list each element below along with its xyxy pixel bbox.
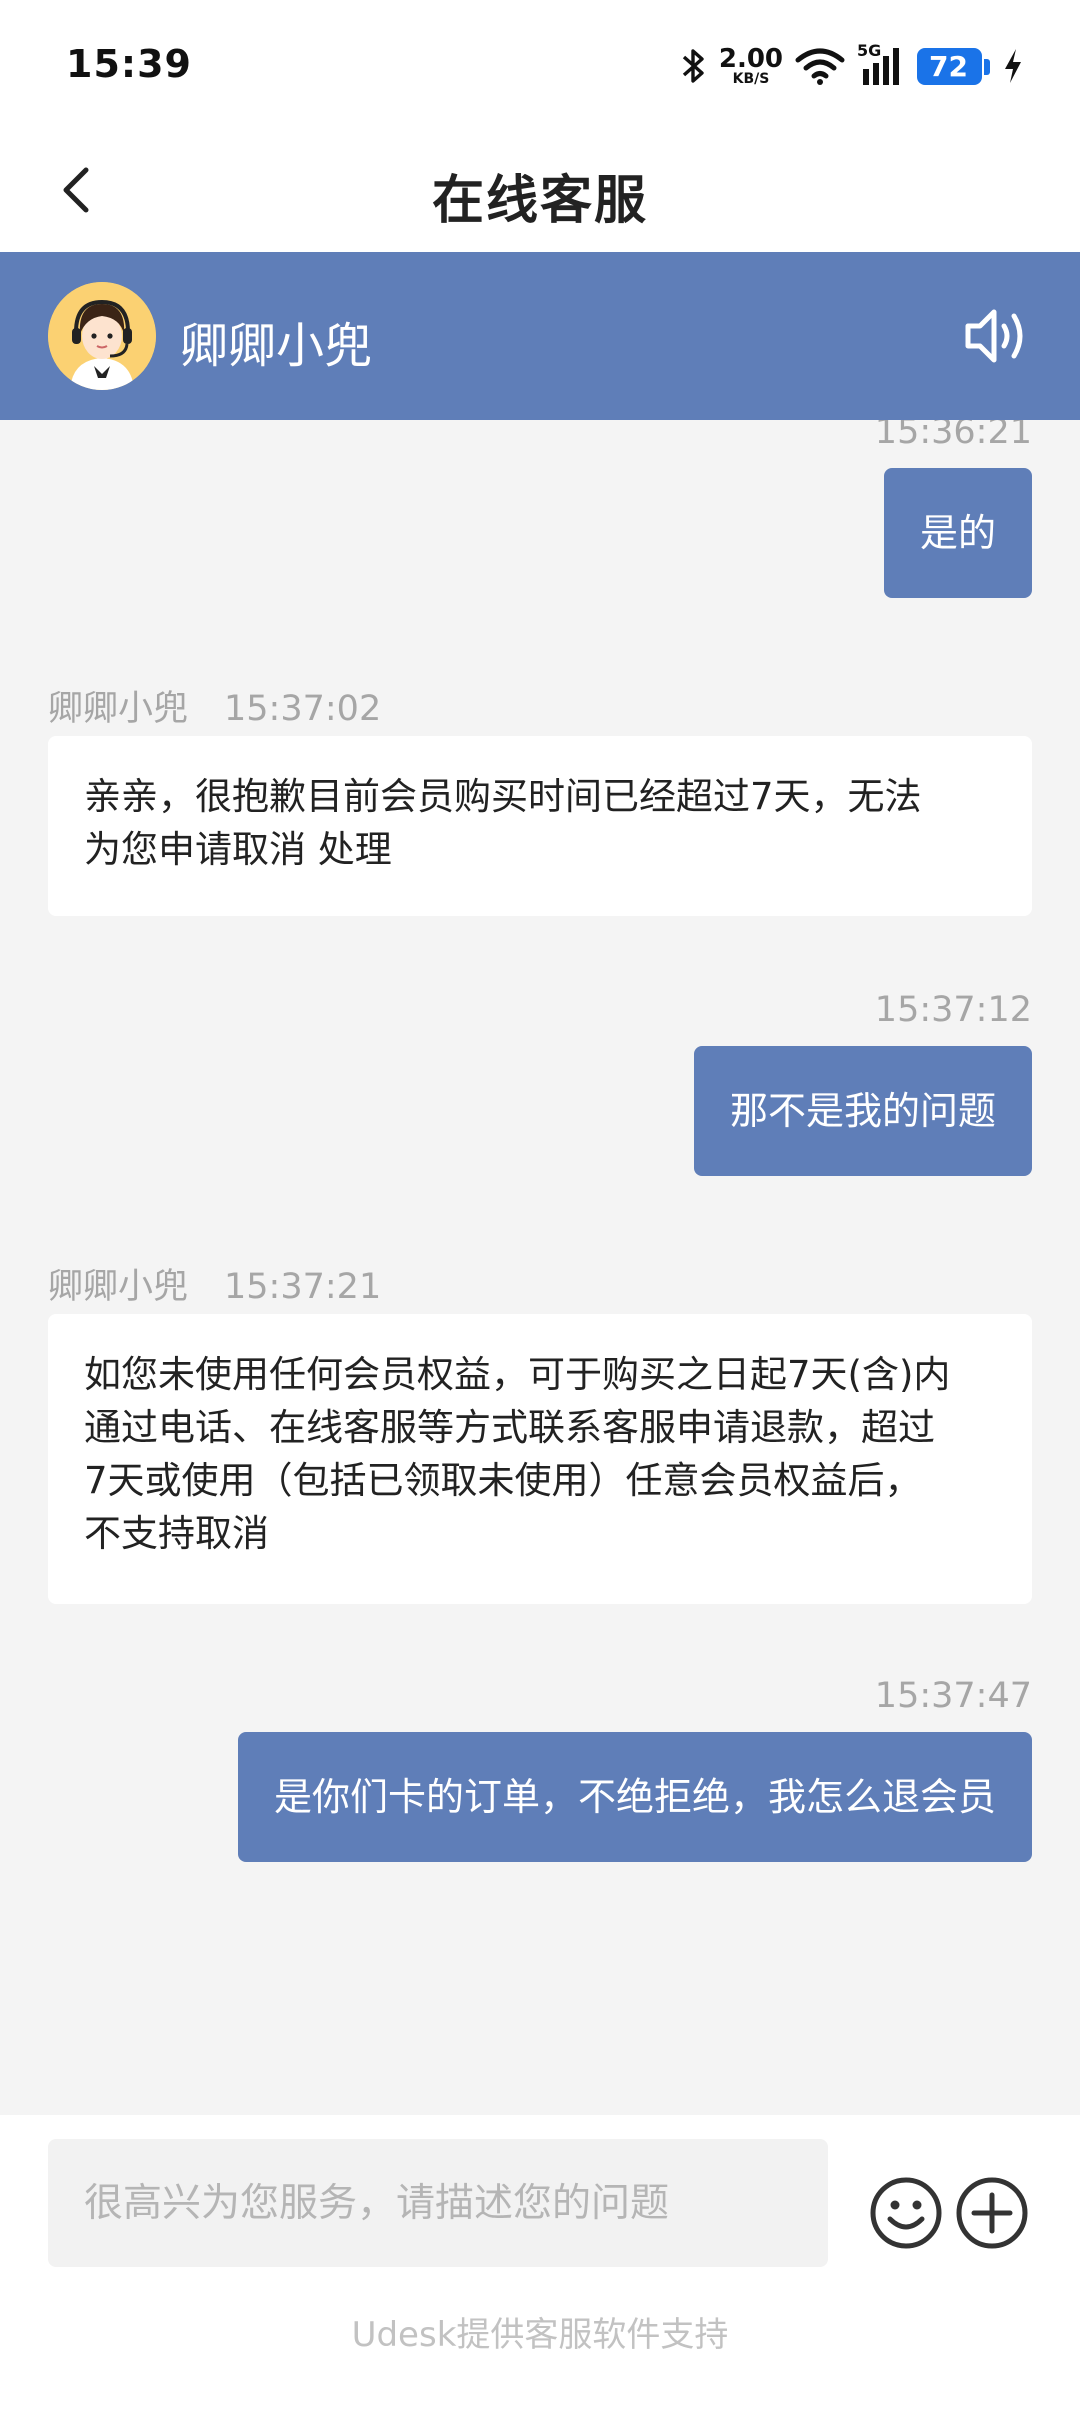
agent-message-meta: 卿卿小兜 15:37:21	[48, 1258, 381, 1309]
message-timestamp: 15:37:47	[874, 1676, 1032, 1716]
charging-icon	[1005, 49, 1021, 83]
powered-by-text: Udesk提供客服软件支持	[351, 2315, 729, 2355]
user-message-bubble[interactable]: 是你们卡的订单，不绝拒绝，我怎么退会员	[237, 1732, 1032, 1862]
agent-message-bubble[interactable]: 亲亲，很抱歉目前会员购买时间已经超过7天，无法 为您申请取消 处理	[48, 736, 1032, 916]
battery-indicator: 72	[917, 47, 990, 85]
agent-bar: 卿卿小兜	[0, 252, 1080, 420]
agent-message-meta: 卿卿小兜 15:37:02	[48, 680, 381, 731]
bluetooth-icon	[682, 49, 704, 83]
agent-name: 卿卿小兜	[180, 318, 373, 374]
message-sender: 卿卿小兜	[48, 1267, 189, 1307]
page-title: 在线客服	[431, 171, 648, 231]
message-sender: 卿卿小兜	[48, 689, 189, 729]
message-input[interactable]	[48, 2139, 828, 2267]
title-bar: 在线客服	[0, 130, 1080, 252]
message-timestamp: 15:37:21	[224, 1267, 382, 1307]
signal-bars-icon	[863, 48, 900, 85]
message-line: 7天或使用（包括已领取未使用）任意会员权益后，	[84, 1459, 922, 1502]
message-line: 亲亲，很抱歉目前会员购买时间已经超过7天，无法	[84, 775, 922, 818]
composer-bar: Udesk提供客服软件支持	[0, 2115, 1080, 2412]
message-timestamp: 15:37:12	[874, 990, 1032, 1030]
message-line: 为您申请取消 处理	[84, 828, 392, 871]
cellular-signal: 5G	[857, 41, 905, 87]
network-speed-unit: KB/S	[732, 71, 770, 87]
network-speed-value: 2.00	[718, 44, 784, 74]
network-speed: 2.00 KB/S	[719, 46, 783, 86]
plus-circle-icon[interactable]	[954, 2175, 1030, 2251]
user-message-bubble[interactable]: 是的	[883, 468, 1032, 598]
status-icons: 2.00 KB/S 5G 72	[681, 40, 1024, 92]
message-timestamp: 15:36:21	[874, 420, 1032, 452]
agent-avatar-icon	[48, 282, 156, 390]
message-input-container	[48, 2139, 828, 2267]
message-timestamp: 15:37:02	[224, 689, 382, 729]
chat-messages[interactable]: 15:36:21 是的 卿卿小兜 15:37:02 亲亲，很抱歉目前会员购买时间已…	[0, 420, 1080, 2115]
wifi-icon	[795, 48, 845, 85]
emoji-icon[interactable]	[868, 2175, 944, 2251]
speaker-icon[interactable]	[962, 304, 1032, 368]
status-bar: 15:39 2.00 KB/S 5G 72	[0, 0, 1080, 130]
user-message-bubble[interactable]: 那不是我的问题	[693, 1046, 1032, 1176]
status-time: 15:39	[66, 42, 192, 86]
agent-message-bubble[interactable]: 如您未使用任何会员权益，可于购买之日起7天(含)内 通过电话、在线客服等方式联系…	[48, 1314, 1032, 1604]
message-line: 如您未使用任何会员权益，可于购买之日起7天(含)内	[84, 1353, 951, 1396]
message-line: 不支持取消	[84, 1512, 269, 1555]
message-line: 通过电话、在线客服等方式联系客服申请退款，超过	[84, 1406, 935, 1449]
